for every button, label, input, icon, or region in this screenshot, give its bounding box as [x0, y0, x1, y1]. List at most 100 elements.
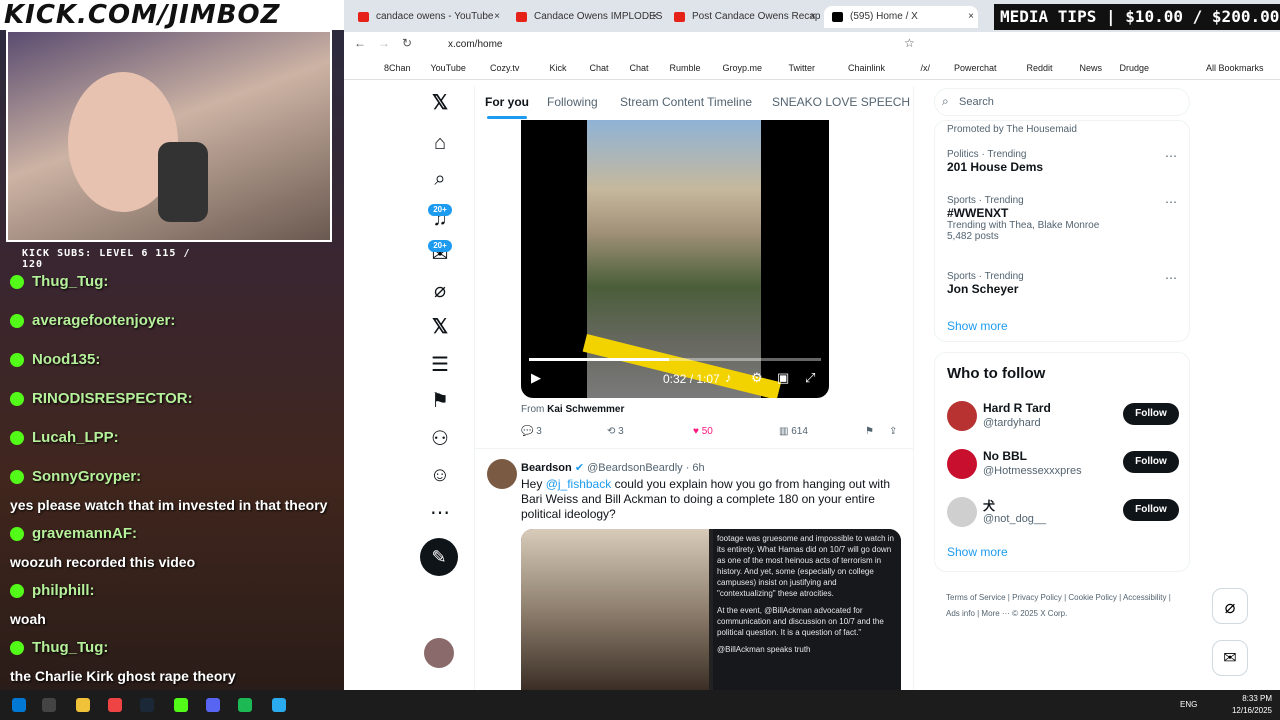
bookmark-item[interactable]: Drudge	[1120, 63, 1150, 73]
address-bar[interactable]: x.com/home	[424, 34, 924, 56]
tweet-author[interactable]: Beardson	[521, 462, 572, 474]
bookmark-item[interactable]: 8Chan	[384, 63, 411, 73]
tab-stream-content[interactable]: Stream Content Timeline	[620, 95, 752, 109]
follow-suggestion[interactable]: No BBL @Hotmessexxxpres Follow	[947, 449, 1179, 485]
bookmark-item[interactable]: Kick	[550, 63, 567, 73]
show-more-link[interactable]: Show more	[947, 545, 1008, 559]
avatar[interactable]	[947, 401, 977, 431]
bookmark-item[interactable]: Twitter	[789, 63, 816, 73]
steam-icon[interactable]	[140, 698, 154, 712]
chat-username[interactable]: RINODISRESPECTOR:	[32, 390, 193, 407]
kick-icon[interactable]	[174, 698, 188, 712]
footer-links[interactable]: Terms of Service | Privacy Policy | Cook…	[946, 590, 1186, 622]
search-input[interactable]: Search	[934, 88, 1190, 116]
trend-item[interactable]: Sports · Trending #WWENXT Trending with Th…	[947, 195, 1177, 242]
more-icon[interactable]: ⋯	[1165, 195, 1177, 209]
more-icon[interactable]: ⋯	[1165, 149, 1177, 163]
chrome-icon[interactable]	[108, 698, 122, 712]
tweet[interactable]: Beardson ✔ @BeardsonBeardly · 6h Hey @j_…	[475, 448, 913, 690]
bookmark-item[interactable]: Reddit	[1027, 63, 1053, 73]
bookmark-item[interactable]: Chat	[590, 63, 609, 73]
trend-item[interactable]: Sports · Trending Jon Scheyer ⋯	[947, 271, 1177, 296]
bookmark-item[interactable]: Cozy.tv	[490, 63, 519, 73]
follow-button[interactable]: Follow	[1123, 499, 1179, 521]
repost-button[interactable]: ⟲ 3	[607, 426, 624, 437]
discord-icon[interactable]	[206, 698, 220, 712]
spotify-icon[interactable]	[238, 698, 252, 712]
avatar[interactable]	[947, 449, 977, 479]
messages-button[interactable]: ✉	[1212, 640, 1248, 676]
avatar[interactable]	[424, 638, 454, 668]
communities-icon[interactable]: ⚇	[416, 424, 464, 454]
close-icon[interactable]: ×	[494, 6, 500, 28]
tab-for-you[interactable]: For you	[485, 95, 529, 109]
tab-sneako[interactable]: SNEAKO LOVE SPEECH	[772, 95, 910, 109]
bookmark-item[interactable]: News	[1080, 63, 1103, 73]
tweet-media[interactable]: footage was gruesome and impossible to w…	[521, 529, 901, 690]
follow-button[interactable]: Follow	[1123, 451, 1179, 473]
bookmark-item[interactable]: Powerchat	[954, 63, 997, 73]
avatar[interactable]	[487, 459, 517, 489]
bookmark-item[interactable]: YouTube	[431, 63, 466, 73]
bookmark-icon[interactable]: ⚑	[865, 426, 874, 437]
settings-icon[interactable]: ⚙	[751, 370, 763, 386]
language-indicator[interactable]: ENG	[1180, 700, 1197, 709]
file-explorer-icon[interactable]	[76, 698, 90, 712]
follow-suggestion[interactable]: Hard R Tard @tardyhard Follow	[947, 401, 1179, 437]
tab-following[interactable]: Following	[547, 95, 598, 109]
x-logo-icon[interactable]: 𝕏	[416, 88, 464, 118]
follow-suggestion[interactable]: 犬 @not_dog__ Follow	[947, 497, 1179, 533]
tab-x-home[interactable]: (595) Home / X ×	[824, 6, 978, 28]
tab-candace[interactable]: Candace Owens IMPLODES, Au×	[508, 6, 662, 28]
bookmark-item[interactable]: Groyp.me	[723, 63, 763, 73]
fullscreen-icon[interactable]: ⤢	[805, 370, 815, 386]
bookmarks-icon[interactable]: ⚑	[416, 386, 464, 416]
lists-icon[interactable]: ☰	[416, 350, 464, 380]
mention-link[interactable]: @j_fishback	[546, 477, 612, 491]
chat-username[interactable]: gravemannAF:	[32, 525, 137, 542]
bookmark-item[interactable]: /x/	[921, 63, 931, 73]
grok-icon[interactable]: ⌀	[416, 276, 464, 306]
bookmark-item[interactable]: Chat	[630, 63, 649, 73]
profile-icon[interactable]: ☺	[416, 460, 464, 490]
system-clock[interactable]: 8:33 PM 12/16/2025	[1232, 693, 1272, 717]
source-name[interactable]: Kai Schwemmer	[547, 404, 624, 415]
bookmark-star-icon[interactable]: ☆	[904, 36, 915, 50]
close-icon[interactable]: ×	[968, 6, 974, 28]
follow-button[interactable]: Follow	[1123, 403, 1179, 425]
forward-icon[interactable]: →	[378, 36, 390, 50]
like-button[interactable]: ♥ 50	[693, 426, 713, 437]
video-player[interactable]: ▶ 0:32 / 1:07 ♪ ⚙ ▣ ⤢	[521, 120, 829, 398]
premium-icon[interactable]: 𝕏	[416, 312, 464, 342]
pip-icon[interactable]: ▣	[777, 370, 789, 386]
chat-username[interactable]: Thug_Tug:	[32, 639, 108, 656]
chat-username[interactable]: Lucah_LPP:	[32, 429, 119, 446]
video-progress[interactable]	[529, 358, 821, 361]
chat-username[interactable]: philphill:	[32, 582, 94, 599]
show-more-link[interactable]: Show more	[947, 319, 1177, 333]
trend-item[interactable]: Politics · Trending 201 House Dems ⋯	[947, 149, 1177, 174]
more-icon[interactable]: ⋯	[416, 498, 464, 528]
reload-icon[interactable]: ↻	[402, 36, 412, 50]
telegram-icon[interactable]	[272, 698, 286, 712]
views-button[interactable]: ▥ 614	[779, 426, 808, 437]
volume-icon[interactable]: ♪	[725, 370, 732, 385]
play-icon[interactable]: ▶	[531, 370, 541, 386]
close-icon[interactable]: ×	[810, 6, 816, 28]
tweet-handle[interactable]: @BeardsonBeardly · 6h	[587, 462, 705, 474]
chat-username[interactable]: averagefootenjoyer:	[32, 312, 175, 329]
search-icon[interactable]: ⌕	[416, 164, 464, 194]
back-icon[interactable]: ←	[354, 36, 366, 50]
grok-button[interactable]: ⌀	[1212, 588, 1248, 624]
reply-button[interactable]: 💬 3	[521, 426, 542, 437]
home-icon[interactable]: ⌂	[416, 128, 464, 158]
chat-username[interactable]: Thug_Tug:	[32, 273, 108, 290]
task-view-icon[interactable]	[42, 698, 56, 712]
close-icon[interactable]: ×	[652, 6, 658, 28]
tab-recap[interactable]: Post Candace Owens Recap 12×	[666, 6, 820, 28]
start-icon[interactable]	[12, 698, 26, 712]
bookmark-item[interactable]: Rumble	[670, 63, 701, 73]
share-icon[interactable]: ⇪	[889, 426, 897, 437]
bookmark-item[interactable]: Chainlink	[848, 63, 885, 73]
post-button[interactable]: ✎	[420, 538, 458, 576]
